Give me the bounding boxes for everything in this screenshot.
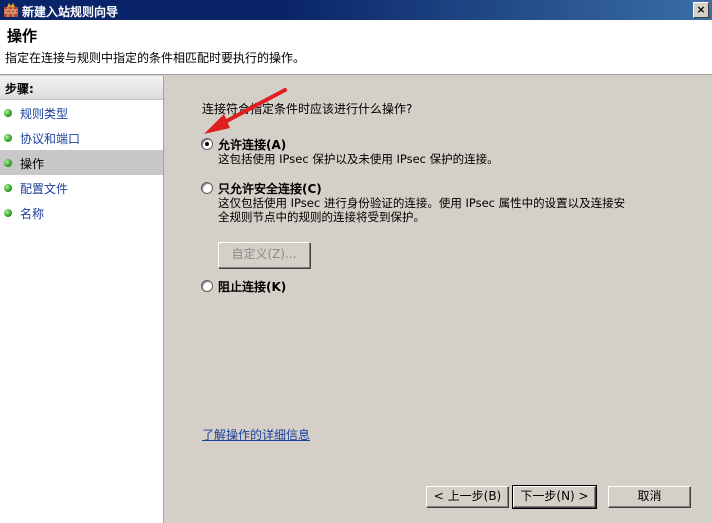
secure-only-description: 这仅包括使用 IPsec 进行身份验证的连接。使用 IPsec 属性中的设置以及…	[218, 196, 625, 224]
step-dot-icon	[4, 134, 12, 142]
title-bar: 新建入站规则向导 ×	[0, 0, 712, 20]
learn-more-link[interactable]: 了解操作的详细信息	[202, 426, 310, 443]
secure-desc-line2: 全规则节点中的规则的连接将受到保护。	[218, 210, 425, 224]
sidebar-item-action[interactable]: 操作	[0, 150, 163, 175]
allow-desc-line1: 这包括使用 IPsec 保护以及未使用 IPsec 保护的连接。	[218, 152, 499, 166]
block-radio[interactable]	[201, 280, 213, 292]
allow-radio[interactable]	[201, 138, 213, 150]
steps-sidebar: 步骤: 规则类型 协议和端口 操作 配置文件 名称	[0, 76, 164, 523]
page-description: 指定在连接与规则中指定的条件相匹配时要执行的操作。	[5, 51, 306, 65]
page-title: 操作	[7, 27, 38, 45]
sidebar-item-name[interactable]: 名称	[0, 200, 163, 225]
step-dot-icon	[4, 209, 12, 217]
sidebar-item-label: 操作	[20, 157, 45, 171]
block-label[interactable]: 阻止连接(K)	[218, 278, 286, 295]
secure-desc-line1: 这仅包括使用 IPsec 进行身份验证的连接。使用 IPsec 属性中的设置以及…	[218, 196, 626, 210]
firewall-icon	[4, 3, 18, 17]
cancel-button[interactable]: 取消	[608, 486, 691, 508]
window-title: 新建入站规则向导	[22, 5, 119, 19]
step-dot-icon	[4, 109, 12, 117]
sidebar-item-label: 协议和端口	[20, 132, 81, 146]
sidebar-item-protocol-ports[interactable]: 协议和端口	[0, 125, 163, 150]
sidebar-item-label: 配置文件	[20, 182, 69, 196]
step-dot-icon	[4, 159, 12, 167]
back-button[interactable]: < 上一步(B)	[426, 486, 509, 508]
sidebar-item-label: 名称	[20, 207, 45, 221]
wizard-header: 操作 指定在连接与规则中指定的条件相匹配时要执行的操作。	[0, 20, 712, 75]
allow-description: 这包括使用 IPsec 保护以及未使用 IPsec 保护的连接。	[218, 152, 499, 166]
close-button[interactable]: ×	[693, 2, 709, 18]
secure-only-label[interactable]: 只允许安全连接(C)	[218, 180, 322, 197]
allow-label[interactable]: 允许连接(A)	[218, 136, 286, 153]
sidebar-item-label: 规则类型	[20, 107, 69, 121]
sidebar-item-profile[interactable]: 配置文件	[0, 175, 163, 200]
secure-only-radio[interactable]	[201, 182, 213, 194]
steps-header: 步骤:	[0, 76, 163, 100]
sidebar-item-rule-type[interactable]: 规则类型	[0, 100, 163, 125]
action-question: 连接符合指定条件时应该进行什么操作?	[202, 102, 413, 116]
main-content: 连接符合指定条件时应该进行什么操作? 允许连接(A) 这包括使用 IPsec 保…	[165, 76, 712, 523]
next-button[interactable]: 下一步(N) >	[512, 485, 597, 509]
customize-button[interactable]: 自定义(Z)...	[218, 242, 310, 268]
step-dot-icon	[4, 184, 12, 192]
